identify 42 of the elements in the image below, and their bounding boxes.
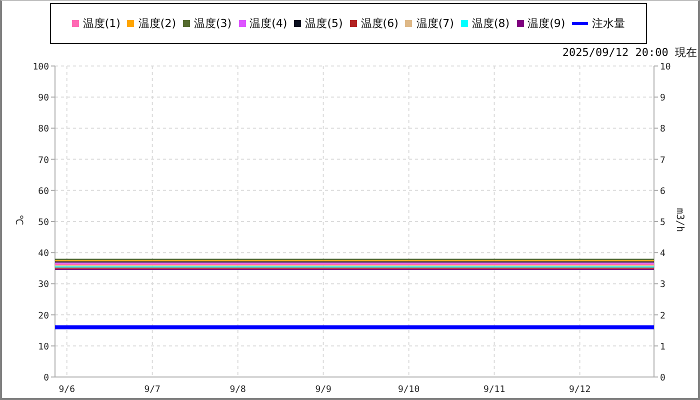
axis-label: 40 (38, 249, 49, 260)
axis-label: 7 (660, 156, 666, 166)
axis-label: 50 (38, 218, 49, 228)
axis-title: ℃ (13, 215, 24, 225)
axis-label: 70 (38, 156, 49, 166)
axis-label: 10 (38, 342, 49, 352)
axis-label: 5 (660, 218, 666, 228)
axis-label: 9/9 (315, 385, 332, 395)
legend-label: 温度(7) (416, 16, 454, 31)
axis-label: 9/7 (144, 385, 160, 395)
axis-label: 3 (660, 280, 666, 290)
legend-label: 温度(6) (360, 16, 398, 31)
legend-label: 温度(1) (82, 16, 120, 31)
axis-label: 9 (660, 94, 666, 104)
axis-label: 0 (44, 374, 49, 384)
legend-label: 温度(2) (138, 16, 176, 31)
axis-label: 2 (660, 311, 666, 322)
axis-label: 9/6 (58, 385, 75, 395)
axis-title: m3/h (674, 208, 685, 232)
axis-label: 30 (38, 280, 49, 290)
axis-label: 9/10 (398, 385, 420, 395)
axis-label: 100 (32, 62, 49, 72)
legend-label: 温度(4) (250, 16, 288, 31)
axis-label: 9/8 (230, 385, 246, 395)
axis-label: 80 (38, 124, 49, 135)
legend-label: 温度(5) (305, 16, 343, 31)
axis-label: 6 (660, 186, 666, 197)
axis-label: 1 (660, 342, 666, 352)
axis-label: 9/11 (483, 385, 506, 395)
timestamp: 2025/09/12 20:00 現在 (562, 44, 697, 60)
axis-label: 10 (660, 62, 671, 72)
axis-label: 0 (660, 374, 666, 384)
legend-label: 注水量 (592, 16, 626, 31)
legend-label: 温度(3) (194, 16, 232, 31)
legend-label: 温度(9) (528, 16, 566, 31)
legend-label: 温度(8) (472, 16, 510, 31)
axis-label: 8 (660, 124, 666, 135)
axis-label: 9/12 (568, 385, 591, 395)
axis-label: 4 (660, 249, 666, 260)
axis-label: 90 (38, 94, 49, 104)
axis-label: 20 (38, 311, 49, 322)
axis-label: 60 (38, 186, 49, 197)
